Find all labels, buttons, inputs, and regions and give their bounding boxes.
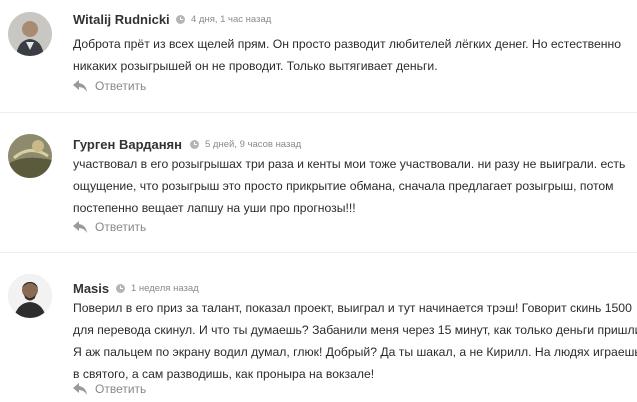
- comment-text-line: Поверил в его приз за талант, показал пр…: [73, 301, 632, 315]
- comment-text-line: участвовал в его розыгрышах три раза и к…: [73, 157, 626, 171]
- clock-icon: [190, 140, 199, 149]
- comment-text-line: никаких розыгрышей он не проводит. Тольк…: [73, 59, 438, 73]
- comment-text: Доброта прёт из всех щелей прям. Он прос…: [73, 33, 633, 77]
- reply-button[interactable]: Ответить: [73, 79, 146, 93]
- reply-arrow-icon: [73, 80, 87, 92]
- comment-text-line: для перевода скинул. И что ты думаешь? З…: [73, 323, 637, 337]
- clock-icon: [116, 284, 125, 293]
- avatar[interactable]: [8, 134, 52, 178]
- comment-author[interactable]: Гурген Варданян: [73, 137, 182, 152]
- clock-icon: [176, 15, 185, 24]
- reply-button[interactable]: Ответить: [73, 382, 146, 396]
- divider: [0, 252, 637, 253]
- comment-time: 1 неделя назад: [116, 283, 199, 294]
- avatar-photo: [8, 12, 52, 56]
- avatar-photo: [8, 274, 52, 318]
- reply-label: Ответить: [95, 382, 147, 396]
- comment-author[interactable]: Masis: [73, 281, 109, 296]
- comment-text-line: постепенно вещает лапшу на уши про прогн…: [73, 201, 356, 215]
- reply-label: Ответить: [95, 79, 147, 93]
- comment-text-line: Я аж пальцем по экрану водил думал, глюк…: [73, 345, 637, 359]
- comment-time-text: 4 дня, 1 час назад: [191, 14, 272, 25]
- comment-time: 5 дней, 9 часов назад: [190, 139, 301, 150]
- divider: [0, 112, 637, 113]
- avatar-photo: [8, 134, 52, 178]
- comment-text: Поверил в его приз за талант, показал пр…: [73, 297, 637, 385]
- comment-time: 4 дня, 1 час назад: [176, 14, 271, 25]
- comment-text-line: Доброта прёт из всех щелей прям. Он прос…: [73, 37, 622, 51]
- reply-arrow-icon: [73, 221, 87, 233]
- comment-text-line: ощущение, что розыгрыш это просто прикры…: [73, 179, 614, 193]
- avatar[interactable]: [8, 274, 52, 318]
- comment-time-text: 5 дней, 9 часов назад: [205, 139, 302, 150]
- comment-time-text: 1 неделя назад: [131, 283, 199, 294]
- avatar[interactable]: [8, 12, 52, 56]
- reply-arrow-icon: [73, 383, 87, 395]
- reply-label: Ответить: [95, 220, 147, 234]
- comment-text: участвовал в его розыгрышах три раза и к…: [73, 153, 633, 219]
- comment-author[interactable]: Witalij Rudnicki: [73, 12, 170, 27]
- reply-button[interactable]: Ответить: [73, 220, 146, 234]
- comment-text-line: в святого, а сам разводишь, как проныра …: [73, 367, 375, 381]
